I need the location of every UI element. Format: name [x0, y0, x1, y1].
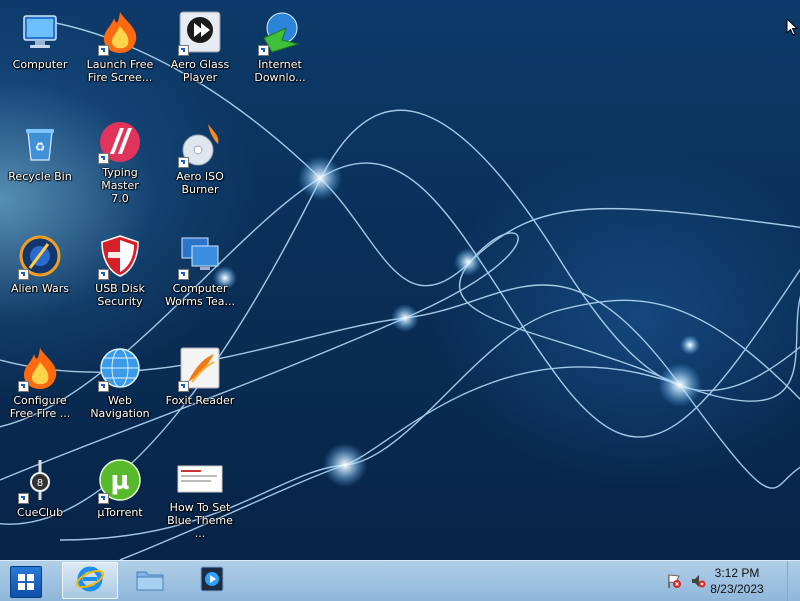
shortcut-arrow-icon: [98, 153, 109, 164]
icon-label: Computer: [12, 58, 68, 71]
document-thumbnail-icon: [176, 456, 224, 499]
shield-icon: [96, 232, 144, 280]
svg-text:♻: ♻: [35, 140, 46, 154]
icon-label: µTorrent: [97, 506, 143, 519]
icon-label: How To Set Blue Theme ...: [167, 501, 233, 540]
taskbar: 3:12 PM 8/23/2023: [0, 560, 800, 601]
desktop-icon-launch-free-fire[interactable]: Launch Free Fire Scree...: [81, 2, 159, 92]
fire-icon: [16, 344, 64, 392]
icon-label: USB Disk Security: [95, 282, 145, 308]
utorrent-icon: µ: [96, 456, 144, 504]
media-player-icon: [198, 564, 226, 598]
desktop-icon-cueclub[interactable]: 8 CueClub: [1, 450, 79, 540]
fire-icon: [96, 8, 144, 56]
computer-icon: [16, 8, 64, 56]
shortcut-arrow-icon: [18, 269, 29, 280]
taskbar-file-explorer-button[interactable]: [122, 562, 178, 599]
monitors-icon: [176, 232, 224, 280]
internet-explorer-icon: [75, 564, 105, 598]
foxit-reader-icon: [176, 344, 224, 392]
desktop-icon-aero-glass-player[interactable]: Aero Glass Player: [161, 2, 239, 92]
start-button[interactable]: [10, 566, 42, 598]
alien-wars-icon: [16, 232, 64, 280]
shortcut-arrow-icon: [18, 493, 29, 504]
media-player-icon: [176, 8, 224, 56]
shortcut-arrow-icon: [178, 269, 189, 280]
desktop[interactable]: Computer ♻ Recycle Bin Alien Wars Config…: [0, 0, 800, 560]
desktop-icon-aero-iso-burner[interactable]: Aero ISO Burner: [161, 114, 239, 204]
shortcut-arrow-icon: [258, 45, 269, 56]
desktop-icon-typing-master[interactable]: Typing Master 7.0: [81, 114, 159, 205]
icon-label: Aero Glass Player: [170, 58, 230, 84]
file-explorer-icon: [135, 566, 165, 596]
shortcut-arrow-icon: [98, 45, 109, 56]
icon-label: Alien Wars: [10, 282, 70, 295]
clock-date: 8/23/2023: [710, 582, 764, 596]
shortcut-arrow-icon: [98, 493, 109, 504]
icon-label: Web Navigation: [90, 394, 150, 420]
system-clock[interactable]: 3:12 PM 8/23/2023: [702, 565, 772, 597]
desktop-icon-web-navigation[interactable]: Web Navigation: [81, 338, 159, 428]
desktop-icon-computer-worms[interactable]: Computer Worms Tea...: [161, 226, 239, 316]
shortcut-arrow-icon: [98, 381, 109, 392]
svg-text:8: 8: [37, 478, 43, 489]
desktop-icon-internet-download-manager[interactable]: Internet Downlo...: [241, 2, 319, 92]
mouse-cursor-icon: [786, 17, 799, 40]
show-desktop-button[interactable]: [787, 561, 800, 601]
recycle-bin-icon: ♻: [16, 120, 64, 168]
desktop-icon-how-to-set-blue-theme[interactable]: How To Set Blue Theme ...: [161, 450, 239, 540]
action-center-flag-icon[interactable]: [666, 573, 682, 589]
globe-icon: [96, 344, 144, 392]
shortcut-arrow-icon: [178, 45, 189, 56]
download-manager-icon: [256, 8, 304, 56]
desktop-icon-configure-free-fire[interactable]: Configure Free Fire ...: [1, 338, 79, 428]
desktop-icon-alien-wars[interactable]: Alien Wars: [1, 226, 79, 316]
shortcut-arrow-icon: [98, 269, 109, 280]
taskbar-media-player-button[interactable]: [184, 562, 240, 599]
icon-label: Foxit Reader: [165, 394, 235, 407]
desktop-icon-recycle-bin[interactable]: ♻ Recycle Bin: [1, 114, 79, 204]
desktop-icon-computer[interactable]: Computer: [1, 2, 79, 92]
shortcut-arrow-icon: [178, 381, 189, 392]
icon-label: Internet Downlo...: [254, 58, 306, 84]
icon-label: Configure Free Fire ...: [9, 394, 71, 420]
desktop-icon-utorrent[interactable]: µ µTorrent: [81, 450, 159, 540]
icon-label: Aero ISO Burner: [176, 170, 224, 196]
desktop-icon-foxit-reader[interactable]: Foxit Reader: [161, 338, 239, 428]
disc-burner-icon: [176, 120, 224, 168]
shortcut-arrow-icon: [178, 157, 189, 168]
windows-logo-icon: [18, 574, 34, 590]
icon-label: Recycle Bin: [8, 170, 72, 183]
icon-label: Typing Master 7.0: [101, 166, 139, 205]
svg-text:µ: µ: [110, 466, 129, 496]
icon-label: Launch Free Fire Scree...: [86, 58, 154, 84]
taskbar-internet-explorer-button[interactable]: [62, 562, 118, 599]
clock-time: 3:12 PM: [714, 566, 760, 580]
shortcut-arrow-icon: [18, 381, 29, 392]
cueclub-icon: 8: [16, 456, 64, 504]
desktop-icon-usb-disk-security[interactable]: USB Disk Security: [81, 226, 159, 316]
icon-label: CueClub: [16, 506, 64, 519]
icon-label: Computer Worms Tea...: [164, 282, 236, 308]
typing-master-icon: [96, 120, 144, 164]
